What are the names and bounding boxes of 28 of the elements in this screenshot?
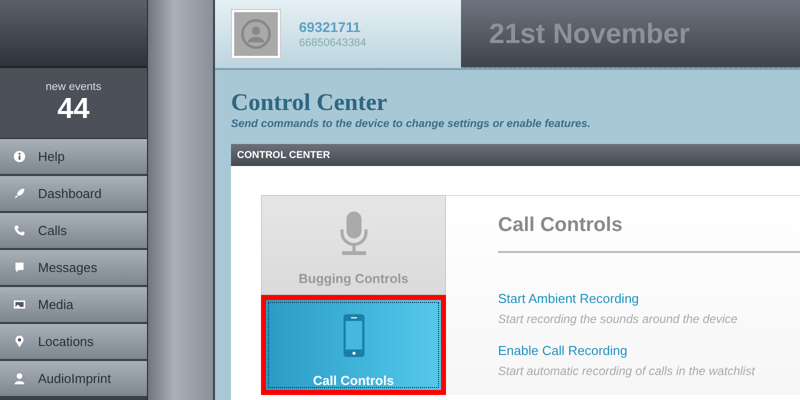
phone-icon — [13, 224, 26, 237]
sidebar-item[interactable]: Locations — [0, 324, 147, 361]
date-label: 21st November — [489, 18, 690, 50]
location-pin-icon — [13, 335, 26, 348]
page-title: Control Center — [231, 90, 388, 117]
speech-bubble-icon — [13, 261, 26, 274]
action-link[interactable]: Start Ambient Recording — [498, 291, 800, 306]
action-description: Start automatic recording of calls in the watchlist — [498, 364, 756, 378]
sidebar-item[interactable]: Dashboard — [0, 176, 147, 213]
action-link[interactable]: Enable Call Recording — [498, 343, 800, 358]
user-number: 66850643384 — [299, 37, 366, 49]
sidebar-item[interactable]: Media — [0, 287, 147, 324]
info-icon — [13, 150, 26, 163]
sidebar-item[interactable]: Help — [0, 139, 147, 176]
avatar-icon — [231, 9, 281, 59]
image-icon — [13, 298, 26, 311]
events-label: new events — [46, 81, 102, 93]
section-title: Call Controls — [498, 214, 624, 237]
action-description: Start recording the sounds around the device — [498, 312, 738, 326]
events-count: 44 — [57, 93, 90, 125]
user-name: 69321711 — [299, 19, 362, 35]
control-tile[interactable]: Call Controls — [261, 295, 446, 395]
sidebar-item[interactable]: Calls — [0, 213, 147, 250]
panel-title: CONTROL CENTER — [237, 150, 330, 160]
sidebar-item[interactable]: AudioImprint — [0, 361, 147, 398]
person-icon — [13, 372, 26, 385]
sidebar-item[interactable]: Messages — [0, 250, 147, 287]
page-subtitle: Send commands to the device to change settings or enable features. — [231, 118, 592, 130]
